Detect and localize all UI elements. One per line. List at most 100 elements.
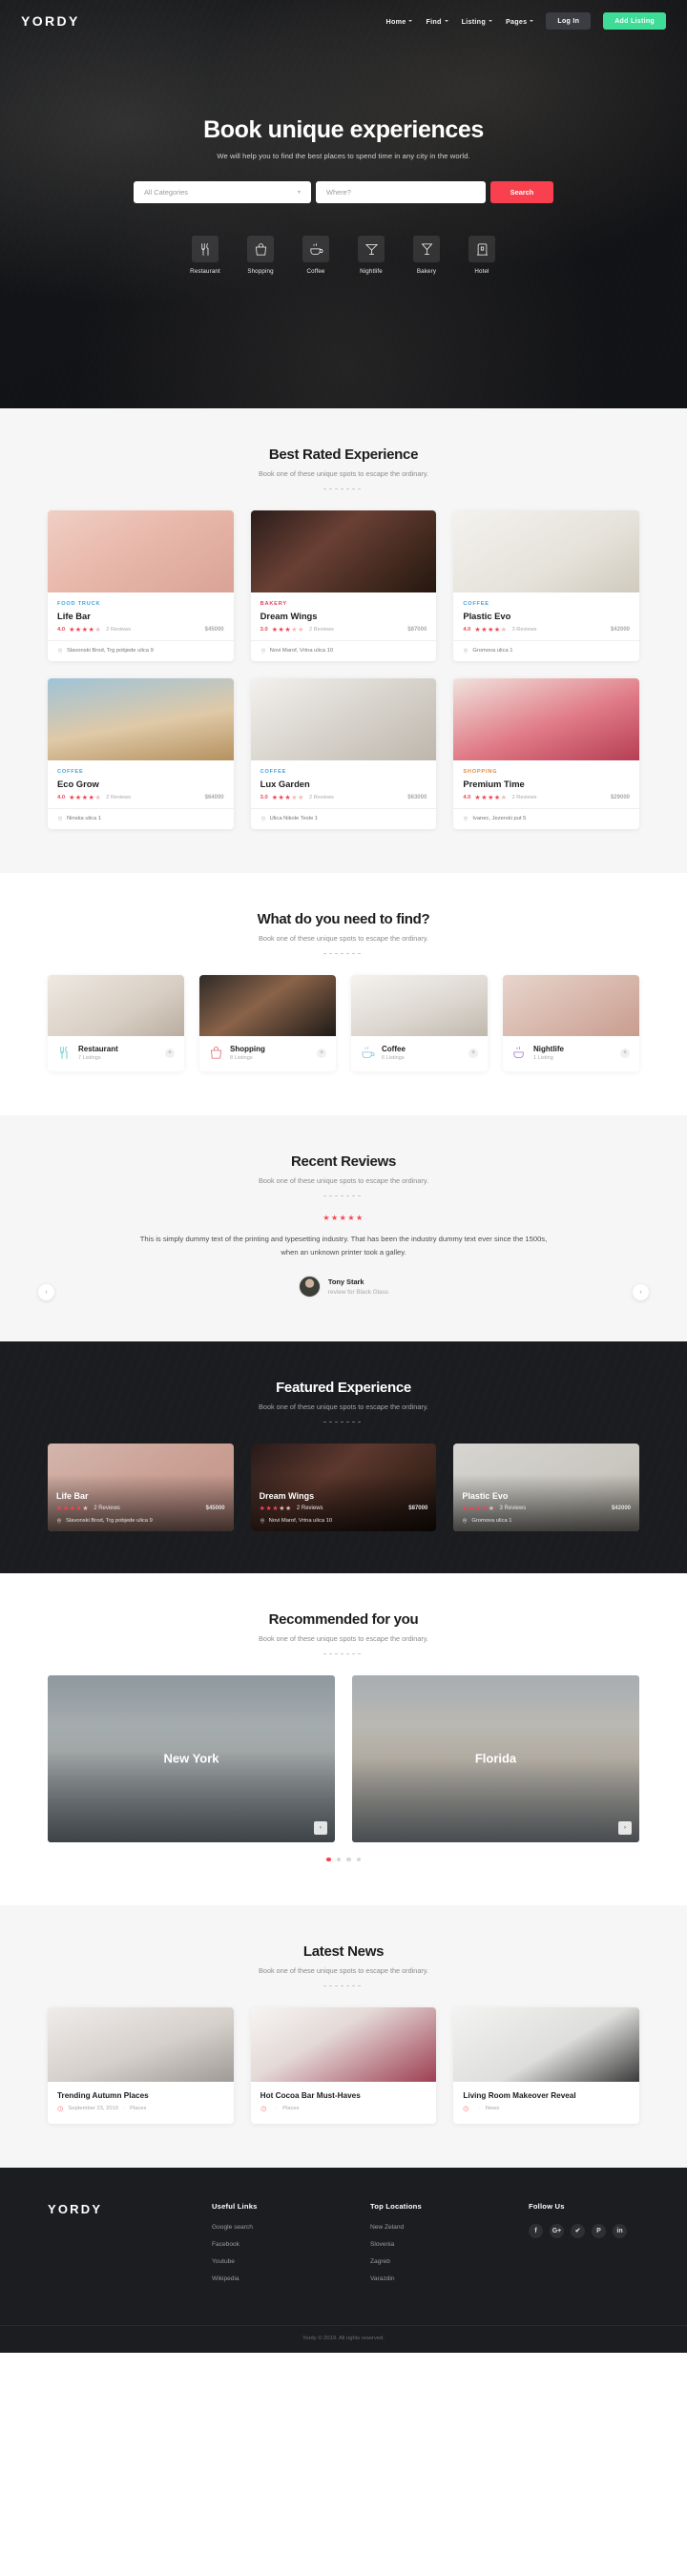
listing-card[interactable]: COFFEE Eco Grow 4.0 ★★★★★ 2 Reviews $640… (48, 678, 234, 830)
hero-subtitle: We will help you to find the best places… (217, 152, 470, 160)
review-author-text: Tony Stark review for Black Glass (328, 1278, 388, 1296)
news-card[interactable]: Living Room Makeover Reveal · News (453, 2007, 639, 2124)
linkedin-icon[interactable]: in (613, 2223, 627, 2238)
news-tag[interactable]: News (486, 2106, 500, 2111)
hero-category-nightlife[interactable]: Nightlife (350, 236, 392, 275)
carousel-dot[interactable] (336, 1857, 341, 1861)
footer-link-varazdin[interactable]: Varazdin (370, 2275, 529, 2282)
news-meta: · Places (260, 2106, 427, 2112)
listing-reviews: 2 Reviews (106, 794, 132, 800)
footer-link-facebook[interactable]: Facebook (212, 2241, 370, 2248)
news-card[interactable]: Hot Cocoa Bar Must-Haves · Places (250, 2007, 437, 2124)
category-count: 1 Listing (533, 1055, 553, 1062)
listing-footer: Ninska ulica 1 (48, 808, 234, 829)
carousel-prev-button[interactable]: ‹ (38, 1284, 54, 1301)
listing-card[interactable]: FOOD TRUCK Life Bar 4.0 ★★★★★ 2 Reviews … (48, 510, 234, 662)
featured-card[interactable]: Plastic Evo ★★★★★ 3 Reviews $42000 Gromo… (453, 1443, 639, 1531)
hero-category-bakery[interactable]: Bakery (406, 236, 448, 275)
listing-card[interactable]: SHOPPING Premium Time 4.0 ★★★★★ 2 Review… (453, 678, 639, 830)
city-prev-button[interactable]: ‹ (314, 1820, 327, 1835)
hero-category-restaurant[interactable]: Restaurant (184, 236, 226, 275)
section-divider (323, 488, 364, 489)
city-card-new-york[interactable]: New York ‹ (48, 1674, 335, 1842)
city-card-florida[interactable]: Florida › (352, 1674, 639, 1842)
add-listing-button[interactable]: Add Listing (603, 12, 666, 30)
search-button[interactable]: Search (490, 181, 553, 203)
footer-link-zagreb[interactable]: Zagreb (370, 2258, 529, 2265)
news-body: Trending Autumn Places September 23, 201… (48, 2082, 234, 2124)
featured-card[interactable]: Life Bar ★★★★★ 2 Reviews $45000 Slavonsk… (48, 1443, 234, 1531)
footer-logo[interactable]: YORDY (48, 2202, 212, 2216)
category-card-coffee[interactable]: Coffee 6 Listings + (351, 975, 488, 1072)
hero-category-hotel[interactable]: Hotel (461, 236, 503, 275)
category-name: Shopping (230, 1045, 265, 1054)
category-image (503, 975, 639, 1037)
featured-footer: Slavonski Brod, Trg pobjede ulica 9 (56, 1518, 225, 1524)
nav-item-listing[interactable]: Listing (462, 17, 492, 26)
featured-address: Gromova ulica 1 (471, 1517, 512, 1524)
footer-link-google-search[interactable]: Google search (212, 2224, 370, 2231)
category-select[interactable]: All Categories ▾ (134, 181, 311, 203)
where-input[interactable]: Where? (316, 181, 486, 203)
listing-card[interactable]: COFFEE Plastic Evo 4.0 ★★★★★ 3 Reviews $… (453, 510, 639, 662)
listing-body: COFFEE Plastic Evo 4.0 ★★★★★ 3 Reviews $… (453, 592, 639, 633)
news-card[interactable]: Trending Autumn Places September 23, 201… (48, 2007, 234, 2124)
category-image (199, 975, 336, 1037)
plus-icon[interactable]: + (620, 1048, 630, 1058)
carousel-dot[interactable] (356, 1857, 361, 1861)
city-next-button[interactable]: › (618, 1820, 632, 1835)
category-text: Restaurant 7 Listings (78, 1045, 118, 1061)
listing-title: Premium Time (463, 779, 525, 790)
footer-link-slovenia[interactable]: Slovenia (370, 2241, 529, 2248)
news-section: Latest News Book one of these unique spo… (0, 1905, 687, 2168)
carousel-next-button[interactable]: › (633, 1284, 649, 1301)
hero-category-label: Coffee (306, 268, 325, 275)
carousel-dot[interactable] (346, 1857, 351, 1861)
listing-card[interactable]: BAKERY Dream Wings 3.0 ★★★★★ 2 Reviews $… (250, 510, 437, 662)
footer-top-locations: Top Locations New Zeland Slovenia Zagreb… (370, 2202, 529, 2293)
listing-price: $87000 (407, 626, 427, 633)
twitter-icon[interactable]: ✔ (571, 2223, 585, 2238)
rating-stars: ★★★★★ (474, 625, 508, 634)
category-card-nightlife[interactable]: Nightlife 1 Listing + (503, 975, 639, 1072)
listing-reviews: 2 Reviews (106, 626, 132, 633)
footer-link-wikipedia[interactable]: Wikipedia (212, 2275, 370, 2282)
news-tag[interactable]: Places (282, 2106, 299, 2111)
plus-icon[interactable]: + (468, 1048, 478, 1058)
listing-category: FOOD TRUCK (57, 601, 101, 607)
category-text: Nightlife 1 Listing (533, 1045, 564, 1061)
news-tag[interactable]: Places (130, 2106, 146, 2111)
hero-category-label: Bakery (416, 268, 437, 275)
featured-price: $45000 (205, 1505, 225, 1511)
coffee-cup-icon (302, 236, 329, 262)
hero-category-coffee[interactable]: Coffee (295, 236, 337, 275)
plus-icon[interactable]: + (317, 1048, 326, 1058)
listing-category: SHOPPING (463, 769, 498, 776)
nav-item-home[interactable]: Home (386, 17, 413, 26)
news-title: Living Room Makeover Reveal (463, 2091, 576, 2100)
google-plus-icon[interactable]: G+ (550, 2223, 564, 2238)
listing-meta: 4.0 ★★★★★ 3 Reviews $42000 (463, 626, 630, 633)
category-image (351, 975, 488, 1037)
plus-icon[interactable]: + (165, 1048, 175, 1058)
location-pin-icon (57, 1518, 61, 1524)
nav-item-find[interactable]: Find (426, 17, 448, 26)
category-card-shopping[interactable]: Shopping 8 Listings + (199, 975, 336, 1072)
category-body: Coffee 6 Listings + (351, 1036, 488, 1071)
listing-card[interactable]: COFFEE Lux Garden 3.0 ★★★★★ 2 Reviews $6… (250, 678, 437, 830)
location-pin-icon (463, 1518, 468, 1524)
featured-footer: Gromova ulica 1 (462, 1518, 631, 1524)
hero-category-shopping[interactable]: Shopping (239, 236, 281, 275)
listing-footer: Novi Marof, Vrtna ulica 10 (250, 640, 437, 661)
footer-link-new-zeland[interactable]: New Zeland (370, 2224, 529, 2231)
hero-search-bar: All Categories ▾ Where? Search (134, 181, 553, 203)
login-button[interactable]: Log In (546, 12, 592, 30)
category-card-restaurant[interactable]: Restaurant 7 Listings + (48, 975, 184, 1072)
carousel-dot[interactable] (326, 1857, 331, 1861)
nav-item-pages[interactable]: Pages (506, 17, 534, 26)
site-logo[interactable]: YORDY (21, 13, 80, 29)
pinterest-icon[interactable]: P (592, 2223, 606, 2238)
facebook-icon[interactable]: f (529, 2223, 543, 2238)
featured-card[interactable]: Dream Wings ★★★★★ 2 Reviews $87000 Novi … (250, 1443, 437, 1531)
footer-link-youtube[interactable]: Youtube (212, 2258, 370, 2265)
